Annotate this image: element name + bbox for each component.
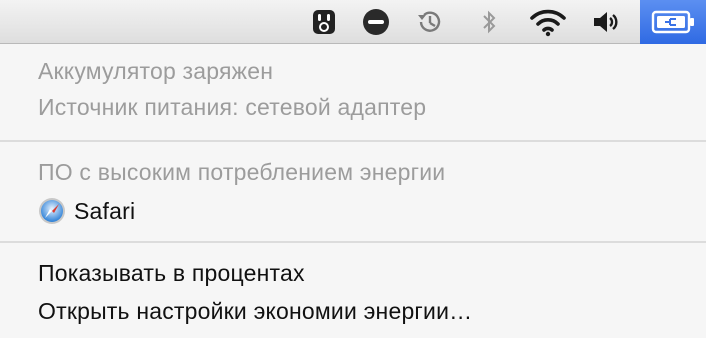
battery-dropdown-menu: Аккумулятор заряжен Источник питания: се… [0,44,706,338]
show-percentage-item[interactable]: Показывать в процентах [38,256,305,290]
ghostery-icon[interactable] [306,0,342,44]
safari-icon [38,197,66,225]
wifi-icon[interactable] [524,0,572,44]
menu-bar [0,0,706,44]
open-energy-saver-prefs-item[interactable]: Открыть настройки экономии энергии… [38,294,472,328]
energy-app-label: Safari [74,198,136,224]
menu-separator [0,241,706,243]
menu-separator [0,140,706,142]
energy-app-item-safari[interactable]: Safari [38,194,135,228]
bluetooth-icon[interactable] [476,0,502,44]
power-source-text: Источник питания: сетевой адаптер [38,94,427,120]
volume-icon[interactable] [588,0,624,44]
energy-apps-header: ПО с высоким потреблением энергии [38,159,446,185]
skype-icon[interactable] [356,0,396,44]
battery-charging-icon[interactable] [640,0,706,44]
time-machine-icon[interactable] [410,0,450,44]
battery-status-text: Аккумулятор заряжен [38,58,274,84]
